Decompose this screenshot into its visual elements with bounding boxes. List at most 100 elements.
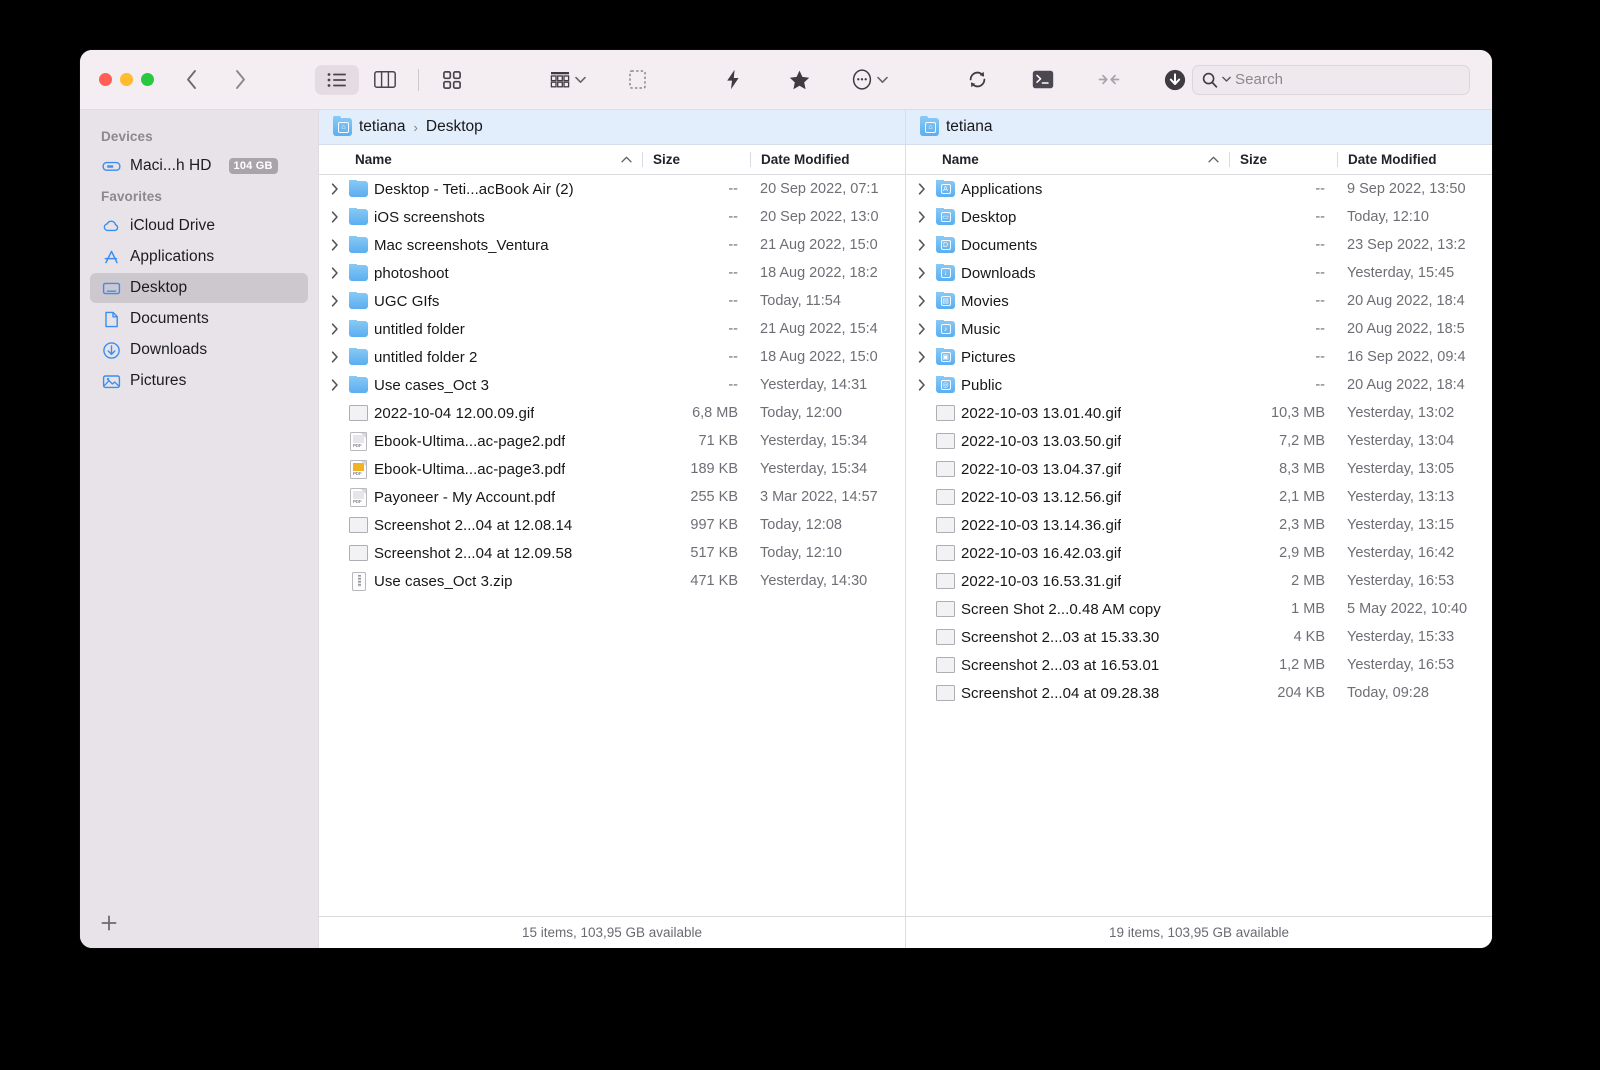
column-header-date-modified[interactable]: Date Modified xyxy=(1337,152,1492,167)
disclosure-chevron-icon[interactable] xyxy=(914,379,930,391)
breadcrumb-segment[interactable]: tetiana xyxy=(359,118,406,136)
selection-marquee-button[interactable] xyxy=(620,63,654,97)
file-size-cell: 997 KB xyxy=(690,517,738,533)
file-row[interactable]: 2022-10-03 16.53.31.gif 2 MB Yesterday, 16… xyxy=(906,567,1492,595)
download-button[interactable] xyxy=(1158,63,1192,97)
file-row[interactable]: iOS screenshots -- 20 Sep 2022, 13:0 xyxy=(319,203,905,231)
disclosure-chevron-icon[interactable] xyxy=(914,295,930,307)
sidebar-item-desktop[interactable]: Desktop xyxy=(90,273,308,303)
file-row[interactable]: Screenshot 2...04 at 12.09.58 517 KB Today… xyxy=(319,539,905,567)
breadcrumb[interactable]: ⌂ tetiana › Desktop xyxy=(319,110,905,145)
disclosure-chevron-icon[interactable] xyxy=(327,379,343,391)
column-view-button[interactable] xyxy=(363,65,407,95)
file-row[interactable]: A Applications -- 9 Sep 2022, 13:50 xyxy=(906,175,1492,203)
sidebar-item-label: Pictures xyxy=(130,372,187,389)
file-row[interactable]: ◎ Public -- 20 Aug 2022, 18:4 xyxy=(906,371,1492,399)
file-size-cell: 71 KB xyxy=(698,433,739,449)
file-name-label: Screenshot 2...04 at 12.09.58 xyxy=(374,544,573,562)
sidebar-item-maci-h-hd[interactable]: Maci...h HD 104 GB xyxy=(90,151,308,181)
file-row[interactable]: 2022-10-03 13.03.50.gif 7,2 MB Yesterday, … xyxy=(906,427,1492,455)
disclosure-chevron-icon[interactable] xyxy=(914,351,930,363)
search-input[interactable]: Search xyxy=(1192,64,1470,95)
zoom-button[interactable] xyxy=(141,73,154,86)
close-button[interactable] xyxy=(99,73,112,86)
file-row[interactable]: Screenshot 2...04 at 09.28.38 204 KB Today… xyxy=(906,679,1492,707)
file-row[interactable]: 2022-10-03 13.14.36.gif 2,3 MB Yesterday, … xyxy=(906,511,1492,539)
column-header-size[interactable]: Size xyxy=(642,152,750,167)
file-row[interactable]: PDF Ebook-Ultima...ac-page3.pdf 189 KB Yest… xyxy=(319,455,905,483)
terminal-button[interactable] xyxy=(1026,63,1060,97)
file-row[interactable]: ▤ Movies -- 20 Aug 2022, 18:4 xyxy=(906,287,1492,315)
file-row[interactable]: photoshoot -- 18 Aug 2022, 18:2 xyxy=(319,259,905,287)
column-header-name[interactable]: Name xyxy=(319,152,642,167)
file-row[interactable]: Desktop - Teti...acBook Air (2) -- 20 Sep … xyxy=(319,175,905,203)
file-row[interactable]: Screenshot 2...03 at 16.53.01 1,2 MB Yeste… xyxy=(906,651,1492,679)
sidebar-item-icloud-drive[interactable]: iCloud Drive xyxy=(90,211,308,241)
column-header-name[interactable]: Name xyxy=(906,152,1229,167)
pdf-file-icon: PDF xyxy=(349,487,368,507)
sort-ascending-icon xyxy=(621,156,632,163)
file-row[interactable]: ▭ Desktop -- Today, 12:10 xyxy=(906,203,1492,231)
file-row[interactable]: untitled folder -- 21 Aug 2022, 15:4 xyxy=(319,315,905,343)
file-size-cell: 2,9 MB xyxy=(1279,545,1325,561)
breadcrumb-separator: › xyxy=(413,119,418,135)
file-row[interactable]: Use cases_Oct 3.zip 471 KB Yesterday, 14:3… xyxy=(319,567,905,595)
add-favorite-button[interactable] xyxy=(98,912,120,934)
file-row[interactable]: UGC GIfs -- Today, 11:54 xyxy=(319,287,905,315)
disclosure-chevron-icon[interactable] xyxy=(327,267,343,279)
breadcrumb[interactable]: ⌂ tetiana xyxy=(906,110,1492,145)
file-row[interactable]: 2022-10-04 12.00.09.gif 6,8 MB Today, 12:0… xyxy=(319,399,905,427)
file-row[interactable]: 2022-10-03 13.01.40.gif 10,3 MB Yesterday,… xyxy=(906,399,1492,427)
file-row[interactable]: PDF Ebook-Ultima...ac-page2.pdf 71 KB Yeste… xyxy=(319,427,905,455)
column-header-size[interactable]: Size xyxy=(1229,152,1337,167)
file-name-label: Public xyxy=(961,376,1003,394)
sync-button[interactable] xyxy=(960,63,994,97)
sidebar-item-downloads[interactable]: Downloads xyxy=(90,335,308,365)
breadcrumb-segment[interactable]: Desktop xyxy=(426,118,483,136)
file-row[interactable]: 2022-10-03 16.42.03.gif 2,9 MB Yesterday, … xyxy=(906,539,1492,567)
disclosure-chevron-icon[interactable] xyxy=(914,211,930,223)
file-row[interactable]: Screen Shot 2...0.48 AM copy 1 MB 5 May 20… xyxy=(906,595,1492,623)
disclosure-chevron-icon[interactable] xyxy=(327,239,343,251)
file-row[interactable]: ♪ Music -- 20 Aug 2022, 18:5 xyxy=(906,315,1492,343)
disclosure-chevron-icon[interactable] xyxy=(914,323,930,335)
group-by-button[interactable] xyxy=(546,63,588,97)
forward-button[interactable] xyxy=(229,67,251,93)
favorite-button[interactable] xyxy=(782,63,816,97)
gallery-view-button[interactable] xyxy=(430,65,474,95)
merge-button[interactable] xyxy=(1092,63,1126,97)
minimize-button[interactable] xyxy=(120,73,133,86)
file-row[interactable]: ▣ Pictures -- 16 Sep 2022, 09:4 xyxy=(906,343,1492,371)
file-row[interactable]: 2022-10-03 13.12.56.gif 2,1 MB Yesterday, … xyxy=(906,483,1492,511)
file-row[interactable]: Mac screenshots_Ventura -- 21 Aug 2022, 15… xyxy=(319,231,905,259)
file-row[interactable]: Screenshot 2...04 at 12.08.14 997 KB Today… xyxy=(319,511,905,539)
disclosure-chevron-icon[interactable] xyxy=(327,351,343,363)
disclosure-chevron-icon[interactable] xyxy=(914,239,930,251)
file-row[interactable]: Screenshot 2...03 at 15.33.30 4 KB Yesterd… xyxy=(906,623,1492,651)
zip-file-icon xyxy=(349,571,368,591)
disclosure-chevron-icon[interactable] xyxy=(914,183,930,195)
column-header-date-modified[interactable]: Date Modified xyxy=(750,152,905,167)
file-row[interactable]: D Documents -- 23 Sep 2022, 13:2 xyxy=(906,231,1492,259)
file-row[interactable]: 2022-10-03 13.04.37.gif 8,3 MB Yesterday, … xyxy=(906,455,1492,483)
sidebar-item-documents[interactable]: Documents xyxy=(90,304,308,334)
disclosure-chevron-icon[interactable] xyxy=(327,211,343,223)
file-name-cell: Screenshot 2...04 at 09.28.38 xyxy=(906,684,1229,703)
sidebar-item-applications[interactable]: Applications xyxy=(90,242,308,272)
back-button[interactable] xyxy=(180,67,202,93)
sidebar-item-pictures[interactable]: Pictures xyxy=(90,366,308,396)
disclosure-chevron-icon[interactable] xyxy=(327,295,343,307)
disclosure-chevron-icon[interactable] xyxy=(327,323,343,335)
file-name-label: UGC GIfs xyxy=(374,292,440,310)
disclosure-chevron-icon[interactable] xyxy=(914,267,930,279)
file-row[interactable]: ↓ Downloads -- Yesterday, 15:45 xyxy=(906,259,1492,287)
file-row[interactable]: Use cases_Oct 3 -- Yesterday, 14:31 xyxy=(319,371,905,399)
file-row[interactable]: PDF Payoneer - My Account.pdf 255 KB 3 Mar … xyxy=(319,483,905,511)
quick-actions-button[interactable] xyxy=(716,63,750,97)
file-name-cell: 2022-10-03 16.53.31.gif xyxy=(906,572,1229,591)
file-row[interactable]: untitled folder 2 -- 18 Aug 2022, 15:0 xyxy=(319,343,905,371)
more-options-button[interactable] xyxy=(848,63,890,97)
disclosure-chevron-icon[interactable] xyxy=(327,183,343,195)
list-view-button[interactable] xyxy=(315,64,359,95)
breadcrumb-segment[interactable]: tetiana xyxy=(946,118,993,136)
